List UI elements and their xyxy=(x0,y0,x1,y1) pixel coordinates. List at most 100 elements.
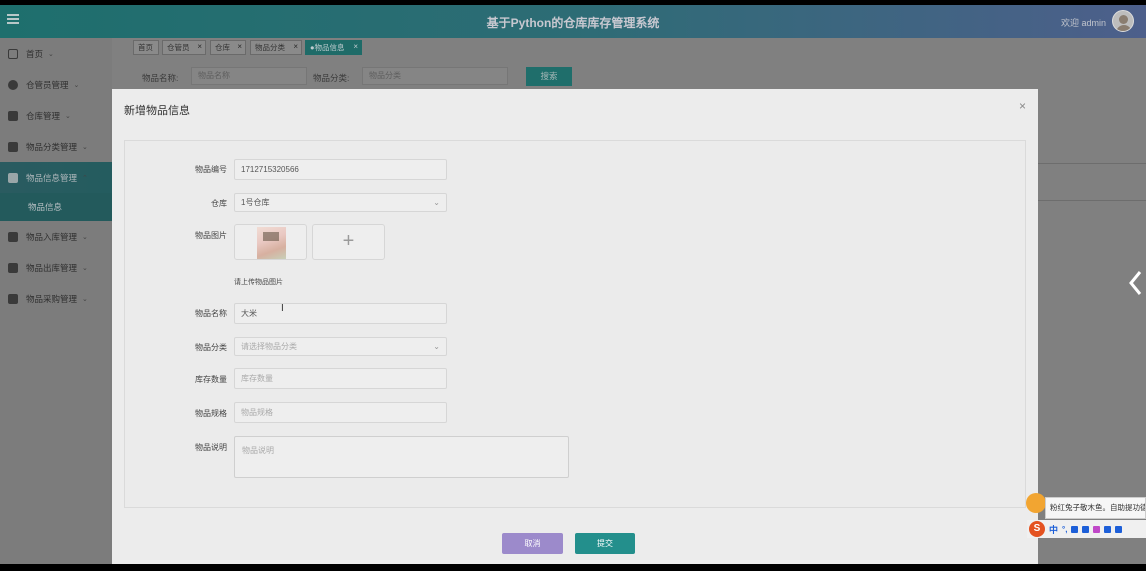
tab-keepers[interactable]: 仓管员 × xyxy=(162,40,206,55)
description-label: 物品说明 xyxy=(195,443,227,452)
warehouse-icon xyxy=(8,110,18,121)
tab-warehouses[interactable]: 仓库 × xyxy=(210,40,246,55)
warehouse-label: 仓库 xyxy=(211,199,227,208)
avatar[interactable] xyxy=(1112,10,1134,32)
tab-label: 物品分类 xyxy=(255,43,285,52)
spec-label: 物品规格 xyxy=(195,409,227,418)
category-label: 物品分类 xyxy=(195,343,227,352)
close-icon[interactable]: × xyxy=(293,40,298,53)
list-icon xyxy=(8,141,18,152)
code-field[interactable]: 1712715320566 xyxy=(234,159,447,180)
tab-item-info[interactable]: ●物品信息 × xyxy=(305,40,362,55)
chevron-down-icon: ⌄ xyxy=(48,50,54,58)
tab-label: ●物品信息 xyxy=(310,43,345,52)
stock-label: 库存数量 xyxy=(195,375,227,384)
product-image xyxy=(257,227,286,259)
server-icon xyxy=(8,293,18,304)
skin-icon[interactable] xyxy=(1093,525,1101,533)
chevron-down-icon: ⌄ xyxy=(82,143,88,151)
chevron-down-icon: ⌄ xyxy=(82,295,88,303)
grid-icon[interactable] xyxy=(1115,525,1123,533)
sidebar-item-inbound[interactable]: 物品入库管理 ⌄ xyxy=(0,221,112,252)
sidebar-subitem-item-info[interactable]: 物品信息 xyxy=(0,193,112,221)
chevron-down-icon: ⌄ xyxy=(73,81,80,89)
stock-field[interactable]: 库存数量 xyxy=(234,368,447,389)
ime-toolbar: S 中 °, xyxy=(1027,520,1146,538)
tab-bar: 首页 仓管员 × 仓库 × 物品分类 × ●物品信息 × xyxy=(112,38,1146,56)
name-search-input[interactable]: 物品名称 xyxy=(191,67,307,85)
chevron-up-icon: ⌃ xyxy=(82,174,88,182)
background-table-header xyxy=(1038,163,1146,201)
category-search-label: 物品分类: xyxy=(313,73,350,83)
sidebar-item-purchase[interactable]: 物品采购管理 ⌄ xyxy=(0,283,112,314)
chevron-left-icon[interactable] xyxy=(1128,270,1142,296)
sidebar-item-label: 仓管员管理 xyxy=(26,79,69,90)
toolbox-icon[interactable] xyxy=(1104,525,1112,533)
microphone-icon[interactable] xyxy=(1071,525,1079,533)
punctuation-toggle[interactable]: °, xyxy=(1062,525,1067,534)
sogou-logo-icon[interactable]: S xyxy=(1029,521,1045,537)
tab-label: 仓库 xyxy=(215,43,230,52)
keyboard-icon[interactable] xyxy=(1082,525,1090,533)
spec-field[interactable]: 物品规格 xyxy=(234,402,447,423)
mail-icon xyxy=(8,231,18,242)
sidebar-item-label: 仓库管理 xyxy=(26,110,61,121)
tab-label: 仓管员 xyxy=(167,43,190,52)
sidebar-item-label: 物品入库管理 xyxy=(26,231,78,242)
sidebar-item-label: 物品信息管理 xyxy=(26,172,78,183)
warehouse-select[interactable]: 1号仓库 ⌄ xyxy=(234,193,447,212)
name-search-label: 物品名称: xyxy=(142,73,179,83)
sidebar-item-home[interactable]: 首页 ⌄ xyxy=(0,38,112,69)
category-placeholder: 请选择物品分类 xyxy=(241,342,297,351)
app-window: 基于Python的仓库库存管理系统 欢迎 admin 首页 ⌄ 仓管员管理 ⌄ … xyxy=(0,5,1146,564)
tab-home[interactable]: 首页 xyxy=(133,40,159,55)
chevron-down-icon: ⌄ xyxy=(65,112,71,120)
ime-mode-toggle[interactable]: 中 xyxy=(1049,523,1058,536)
close-icon[interactable]: × xyxy=(1019,99,1026,113)
image-label: 物品图片 xyxy=(195,231,227,240)
text-cursor-icon: I xyxy=(281,303,284,314)
dialog-title: 新增物品信息 xyxy=(124,105,190,117)
tab-categories[interactable]: 物品分类 × xyxy=(250,40,302,55)
uploaded-image-thumbnail[interactable] xyxy=(234,224,307,260)
tab-label: 首页 xyxy=(138,43,153,52)
sidebar-item-categories[interactable]: 物品分类管理 ⌄ xyxy=(0,131,112,162)
sidebar-item-keepers[interactable]: 仓管员管理 ⌄ xyxy=(0,69,112,100)
system-title: 基于Python的仓库库存管理系统 xyxy=(486,16,660,30)
add-item-dialog: 新增物品信息 × 物品编号 1712715320566 仓库 1号仓库 ⌄ 物品… xyxy=(112,89,1038,564)
sidebar-item-warehouses[interactable]: 仓库管理 ⌄ xyxy=(0,100,112,131)
chevron-down-icon: ⌄ xyxy=(433,342,440,351)
category-search-select[interactable]: 物品分类 xyxy=(362,67,508,85)
chevron-down-icon: ⌄ xyxy=(82,233,88,241)
sidebar-item-label: 物品出库管理 xyxy=(26,262,78,273)
submit-button[interactable]: 提交 xyxy=(575,533,635,554)
code-label: 物品编号 xyxy=(195,165,227,174)
home-icon xyxy=(8,48,18,59)
sidebar-item-label: 物品采购管理 xyxy=(26,293,78,304)
cancel-button[interactable]: 取消 xyxy=(502,533,563,554)
category-select[interactable]: 请选择物品分类 ⌄ xyxy=(234,337,447,356)
name-label: 物品名称 xyxy=(195,309,227,318)
ime-mascot-icon[interactable] xyxy=(1026,493,1046,513)
name-field[interactable]: 大米 xyxy=(234,303,447,324)
top-header: 基于Python的仓库库存管理系统 欢迎 admin xyxy=(0,5,1146,38)
search-button[interactable]: 搜索 xyxy=(526,67,572,86)
sidebar: 首页 ⌄ 仓管员管理 ⌄ 仓库管理 ⌄ 物品分类管理 ⌄ 物品信息管理 ⌃ 物品… xyxy=(0,38,112,564)
warehouse-value: 1号仓库 xyxy=(241,198,270,207)
close-icon[interactable]: × xyxy=(237,40,242,53)
upload-add-button[interactable]: + xyxy=(312,224,385,260)
sidebar-item-label: 首页 xyxy=(26,48,44,59)
sidebar-item-items[interactable]: 物品信息管理 ⌃ xyxy=(0,162,112,193)
chevron-down-icon: ⌄ xyxy=(433,198,440,207)
item-form: 物品编号 1712715320566 仓库 1号仓库 ⌄ 物品图片 + 请上传物… xyxy=(124,140,1026,508)
description-textarea[interactable]: 物品说明 xyxy=(234,436,569,478)
close-icon[interactable]: × xyxy=(197,40,202,53)
grid-icon xyxy=(8,172,18,183)
edit-icon xyxy=(8,262,18,273)
sidebar-item-label: 物品分类管理 xyxy=(26,141,78,152)
sidebar-item-outbound[interactable]: 物品出库管理 ⌄ xyxy=(0,252,112,283)
close-icon[interactable]: × xyxy=(353,40,358,53)
upload-tip: 请上传物品图片 xyxy=(234,279,283,286)
ime-tooltip: 粉红兔子敬木鱼。自助提功德 xyxy=(1045,497,1146,519)
welcome-text: 欢迎 admin xyxy=(1060,18,1106,28)
